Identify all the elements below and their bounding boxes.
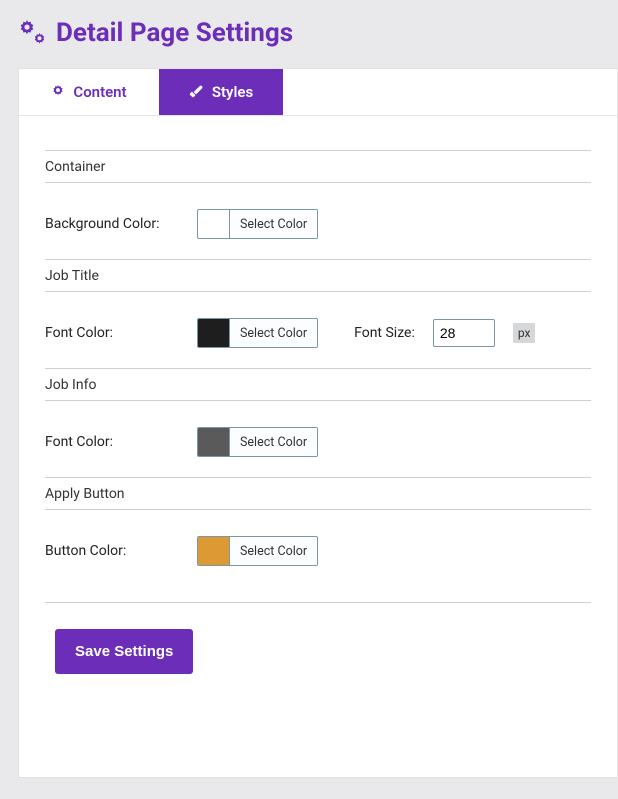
gear-icon — [51, 85, 65, 99]
swatch-background[interactable] — [198, 210, 230, 238]
section-heading-job-title: Job Title — [45, 259, 591, 292]
brush-icon — [189, 85, 204, 100]
row-jobinfo-font: Font Color: Select Color — [45, 427, 591, 457]
settings-panel: Content Styles Container Background Colo… — [18, 68, 618, 778]
swatch-applybtn[interactable] — [198, 537, 230, 565]
divider — [45, 602, 591, 603]
section-heading-job-info: Job Info — [45, 368, 591, 401]
tab-content-label: Content — [73, 83, 126, 101]
section-heading-apply-button: Apply Button — [45, 477, 591, 510]
tab-content[interactable]: Content — [19, 69, 159, 115]
unit-px: px — [513, 323, 536, 343]
label-background-color: Background Color: — [45, 216, 161, 232]
select-color-button[interactable]: Select Color — [230, 537, 317, 565]
color-picker-background[interactable]: Select Color — [197, 209, 318, 239]
label-font-size: Font Size: — [354, 325, 415, 341]
select-color-button[interactable]: Select Color — [230, 210, 317, 238]
color-picker-applybtn[interactable]: Select Color — [197, 536, 318, 566]
label-button-color: Button Color: — [45, 543, 161, 559]
form-area: Container Background Color: Select Color… — [19, 116, 617, 694]
font-size-group: Font Size: px — [354, 319, 535, 347]
row-applybtn-color: Button Color: Select Color — [45, 536, 591, 566]
page-title-text: Detail Page Settings — [56, 18, 293, 48]
select-color-button[interactable]: Select Color — [230, 428, 317, 456]
gears-icon — [18, 20, 48, 46]
section-heading-container: Container — [45, 151, 591, 183]
tabs: Content Styles — [19, 69, 617, 116]
page-title: Detail Page Settings — [18, 18, 618, 48]
tab-styles-label: Styles — [212, 83, 253, 101]
swatch-jobtitle-font[interactable] — [198, 319, 230, 347]
tab-styles[interactable]: Styles — [159, 69, 283, 115]
label-font-color: Font Color: — [45, 434, 161, 450]
swatch-jobinfo-font[interactable] — [198, 428, 230, 456]
row-jobtitle-font: Font Color: Select Color Font Size: px — [45, 318, 591, 348]
select-color-button[interactable]: Select Color — [230, 319, 317, 347]
color-picker-jobtitle-font[interactable]: Select Color — [197, 318, 318, 348]
color-picker-jobinfo-font[interactable]: Select Color — [197, 427, 318, 457]
row-container-bg: Background Color: Select Color — [45, 209, 591, 239]
label-font-color: Font Color: — [45, 325, 161, 341]
font-size-input[interactable] — [433, 319, 495, 347]
save-button[interactable]: Save Settings — [55, 629, 193, 674]
